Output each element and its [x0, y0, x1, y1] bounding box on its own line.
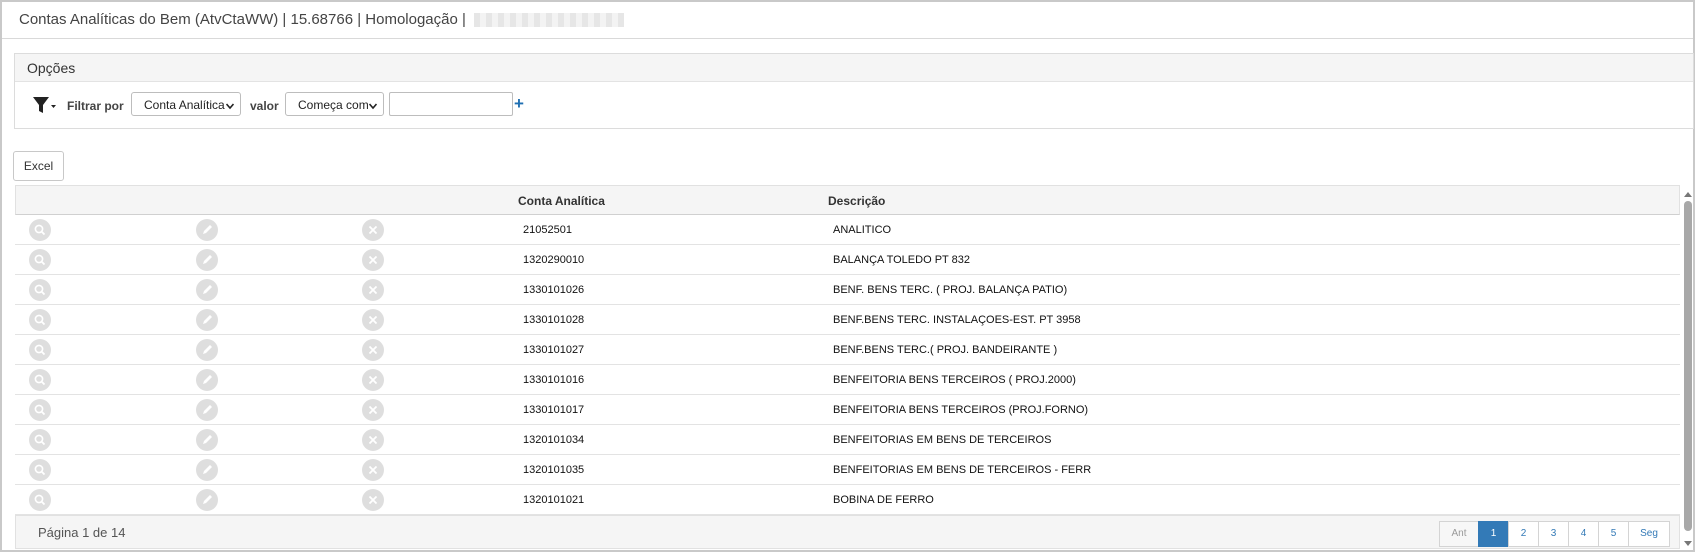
excel-export-button[interactable]: Excel [13, 151, 64, 181]
options-heading: Opções [15, 54, 1693, 82]
filter-field-select[interactable]: Conta Analítica [131, 92, 241, 116]
table-row[interactable]: 1330101028 BENF.BENS TERC. INSTALAÇOES-ES… [15, 305, 1680, 335]
page-button-5[interactable]: 5 [1598, 521, 1629, 547]
cell-descricao: BENF.BENS TERC.( PROJ. BANDEIRANTE ) [833, 344, 1058, 356]
cell-conta: 1330101027 [523, 344, 585, 356]
delete-icon[interactable] [362, 399, 384, 421]
vertical-scrollbar[interactable] [1683, 185, 1693, 547]
filter-value-input[interactable] [389, 92, 513, 116]
edit-icon[interactable] [196, 399, 218, 421]
cell-descricao: BENFEITORIAS EM BENS DE TERCEIROS - FERR [833, 464, 1092, 476]
delete-icon[interactable] [362, 279, 384, 301]
scroll-down-arrow-icon[interactable] [1683, 535, 1693, 546]
table-row[interactable]: 1330101016 BENFEITORIA BENS TERCEIROS ( P… [15, 365, 1680, 395]
edit-icon[interactable] [196, 219, 218, 241]
add-filter-button[interactable]: + [514, 94, 524, 114]
edit-icon[interactable] [196, 429, 218, 451]
chevron-down-icon [225, 99, 235, 110]
cell-descricao: BENFEITORIA BENS TERCEIROS ( PROJ.2000) [833, 374, 1076, 386]
value-label: valor [250, 99, 279, 113]
operator-value: Começa com [298, 98, 369, 112]
cell-conta: 1320290010 [523, 254, 585, 266]
edit-icon[interactable] [196, 489, 218, 511]
view-icon[interactable] [29, 219, 51, 241]
operator-select[interactable]: Começa com [285, 92, 384, 116]
cell-conta: 1320101035 [523, 464, 585, 476]
window-title: Contas Analíticas do Bem (AtvCtaWW) | 15… [19, 11, 625, 28]
column-header-descricao[interactable]: Descrição [828, 194, 885, 208]
chevron-down-icon [368, 99, 378, 110]
delete-icon[interactable] [362, 489, 384, 511]
edit-icon[interactable] [196, 369, 218, 391]
view-icon[interactable] [29, 489, 51, 511]
view-icon[interactable] [29, 459, 51, 481]
cell-conta: 1330101017 [523, 404, 585, 416]
data-grid: Conta Analítica Descrição 21052501 ANALIT… [15, 185, 1680, 515]
grid-header: Conta Analítica Descrição [15, 185, 1680, 215]
table-row[interactable]: 1320101021 BOBINA DE FERRO [15, 485, 1680, 515]
options-panel: Opções Filtrar por Conta Analítica valor… [14, 53, 1694, 129]
page-button-3[interactable]: 3 [1538, 521, 1569, 547]
page-button-4[interactable]: 4 [1568, 521, 1599, 547]
column-header-conta[interactable]: Conta Analítica [518, 194, 605, 208]
cell-conta: 1330101016 [523, 374, 585, 386]
scrollbar-thumb[interactable] [1684, 201, 1692, 531]
delete-icon[interactable] [362, 339, 384, 361]
cell-descricao: BENFEITORIAS EM BENS DE TERCEIROS [833, 434, 1052, 446]
next-page-button[interactable]: Seg [1628, 521, 1670, 547]
cell-descricao: BENF.BENS TERC. INSTALAÇOES-EST. PT 3958 [833, 314, 1081, 326]
page-button-2[interactable]: 2 [1508, 521, 1539, 547]
window-title-text: Contas Analíticas do Bem (AtvCtaWW) | 15… [19, 11, 466, 28]
prev-page-button[interactable]: Ant [1439, 521, 1479, 547]
cell-conta: 21052501 [523, 224, 572, 236]
view-icon[interactable] [29, 369, 51, 391]
page-info: Página 1 de 14 [38, 525, 126, 540]
delete-icon[interactable] [362, 429, 384, 451]
edit-icon[interactable] [196, 459, 218, 481]
table-row[interactable]: 1320290010 BALANÇA TOLEDO PT 832 [15, 245, 1680, 275]
filter-funnel-icon[interactable] [31, 94, 57, 116]
filter-field-value: Conta Analítica [144, 98, 225, 112]
view-icon[interactable] [29, 429, 51, 451]
delete-icon[interactable] [362, 369, 384, 391]
table-row[interactable]: 21052501 ANALITICO [15, 215, 1680, 245]
cell-descricao: BENF. BENS TERC. ( PROJ. BALANÇA PATIO) [833, 284, 1068, 296]
delete-icon[interactable] [362, 459, 384, 481]
title-bar: Contas Analíticas do Bem (AtvCtaWW) | 15… [2, 2, 1693, 39]
filter-row: Filtrar por Conta Analítica valor Começa… [15, 92, 1693, 120]
grid-footer: Página 1 de 14 Ant 1 2 3 4 5 Seg [15, 515, 1680, 549]
scroll-up-arrow-icon[interactable] [1683, 187, 1693, 197]
edit-icon[interactable] [196, 279, 218, 301]
table-row[interactable]: 1330101017 BENFEITORIA BENS TERCEIROS (PR… [15, 395, 1680, 425]
cell-conta: 1330101028 [523, 314, 585, 326]
pagination: Ant 1 2 3 4 5 Seg [1439, 521, 1670, 547]
view-icon[interactable] [29, 279, 51, 301]
edit-icon[interactable] [196, 249, 218, 271]
edit-icon[interactable] [196, 309, 218, 331]
delete-icon[interactable] [362, 249, 384, 271]
table-row[interactable]: 1330101027 BENF.BENS TERC.( PROJ. BANDEIR… [15, 335, 1680, 365]
page-button-1[interactable]: 1 [1478, 521, 1509, 547]
cell-conta: 1320101021 [523, 494, 585, 506]
view-icon[interactable] [29, 309, 51, 331]
cell-conta: 1320101034 [523, 434, 585, 446]
cell-descricao: ANALITICO [833, 224, 892, 236]
view-icon[interactable] [29, 339, 51, 361]
filter-by-label: Filtrar por [67, 99, 124, 113]
delete-icon[interactable] [362, 219, 384, 241]
cell-descricao: BENFEITORIA BENS TERCEIROS (PROJ.FORNO) [833, 404, 1089, 416]
view-icon[interactable] [29, 399, 51, 421]
table-row[interactable]: 1320101035 BENFEITORIAS EM BENS DE TERCEI… [15, 455, 1680, 485]
table-row[interactable]: 1320101034 BENFEITORIAS EM BENS DE TERCEI… [15, 425, 1680, 455]
cell-descricao: BOBINA DE FERRO [833, 494, 934, 506]
table-row[interactable]: 1330101026 BENF. BENS TERC. ( PROJ. BALAN… [15, 275, 1680, 305]
redacted-environment-name [474, 13, 625, 28]
edit-icon[interactable] [196, 339, 218, 361]
cell-conta: 1330101026 [523, 284, 585, 296]
delete-icon[interactable] [362, 309, 384, 331]
view-icon[interactable] [29, 249, 51, 271]
cell-descricao: BALANÇA TOLEDO PT 832 [833, 254, 970, 266]
grid-body: 21052501 ANALITICO 1320290010 BALANÇA TOLED… [15, 215, 1680, 515]
